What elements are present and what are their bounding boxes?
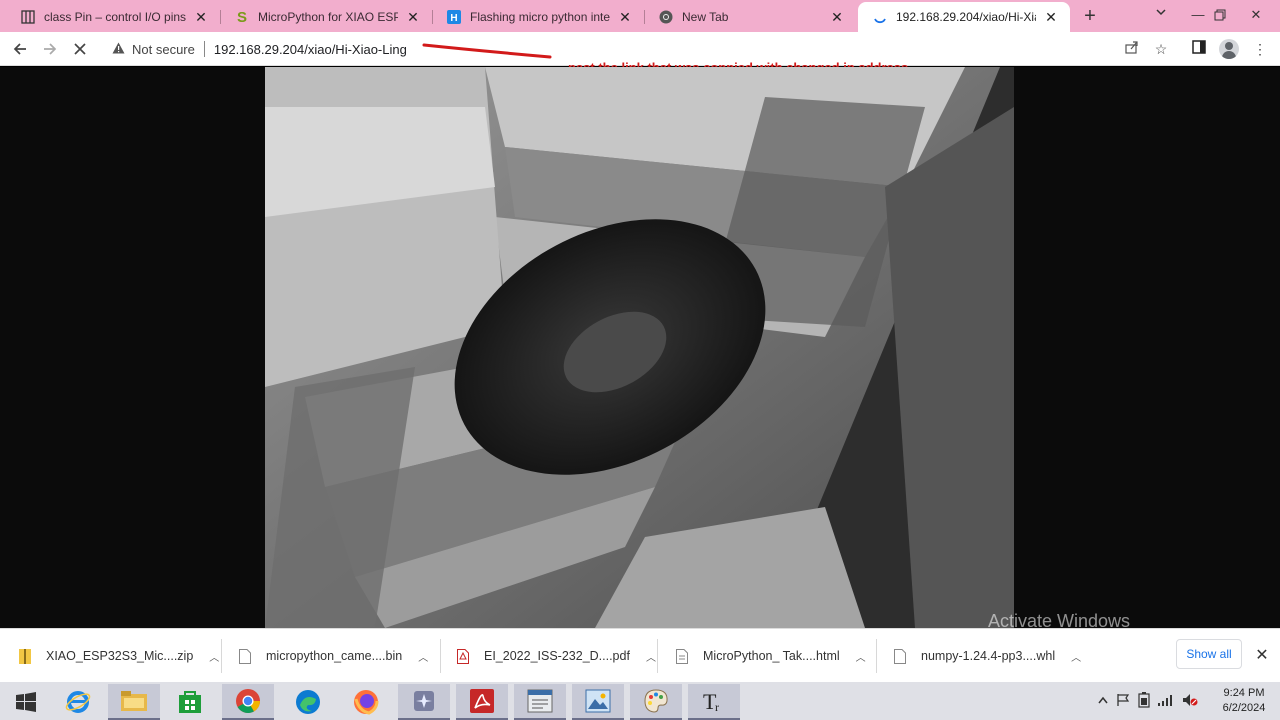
action-center-flag-icon[interactable]: [1116, 693, 1130, 710]
chevron-up-icon[interactable]: ︿: [1071, 649, 1081, 664]
tab-flashing-micropython[interactable]: H Flashing micro python interpreter ✕: [432, 2, 644, 32]
download-item[interactable]: EI_2022_ISS-232_D....pdf ︿: [456, 629, 656, 683]
download-separator: [221, 639, 222, 673]
new-tab-plus-icon[interactable]: +: [1078, 5, 1102, 27]
svg-text:H: H: [450, 13, 457, 24]
download-filename: EI_2022_ISS-232_D....pdf: [484, 649, 630, 663]
tab-title: MicroPython for XIAO ESP32S3: [258, 10, 398, 24]
chevron-up-icon[interactable]: ︿: [418, 649, 428, 664]
tab-close-icon[interactable]: ✕: [404, 8, 422, 26]
acrobat-icon[interactable]: [456, 684, 508, 720]
paint-icon[interactable]: [630, 684, 682, 720]
forward-arrow-icon[interactable]: [38, 37, 62, 61]
restore-icon[interactable]: [1200, 0, 1240, 30]
tab-title: 192.168.29.204/xiao/Hi-Xiao-L: [896, 10, 1036, 24]
firefox-icon[interactable]: [340, 684, 392, 720]
tab-close-icon[interactable]: ✕: [828, 8, 846, 26]
stop-loading-icon[interactable]: [68, 37, 92, 61]
svg-text:r: r: [715, 700, 719, 714]
clock-time: 9:24 PM: [1223, 687, 1265, 699]
loading-spinner-icon: [872, 9, 888, 25]
chrome-taskbar-icon[interactable]: [222, 684, 274, 720]
profile-avatar-icon[interactable]: [1219, 39, 1239, 59]
download-filename: MicroPython_ Tak....html: [703, 649, 840, 663]
clock-date: 6/2/2024: [1222, 702, 1266, 714]
edge-icon[interactable]: [282, 684, 334, 720]
download-separator: [657, 639, 658, 673]
notepad-app-icon[interactable]: [514, 684, 566, 720]
internet-explorer-icon[interactable]: [52, 684, 104, 720]
download-filename: micropython_came....bin: [266, 649, 403, 663]
tab-close-icon[interactable]: ✕: [616, 8, 634, 26]
download-separator: [876, 639, 877, 673]
tab-new-tab[interactable]: New Tab ✕: [644, 2, 856, 32]
tab-close-icon[interactable]: ✕: [192, 8, 210, 26]
page-content: [0, 67, 1280, 628]
seeed-icon: S: [236, 8, 247, 26]
tab-title: class Pin – control I/O pins — M: [44, 10, 186, 24]
download-filename: numpy-1.24.4-pp3....whl: [921, 649, 1056, 663]
download-filename: XIAO_ESP32S3_Mic....zip: [46, 649, 194, 663]
tab-strip: class Pin – control I/O pins — M ✕ S Mic…: [0, 0, 1280, 32]
warning-triangle-icon[interactable]: [110, 42, 126, 57]
side-panel-icon[interactable]: [1189, 39, 1209, 59]
battery-icon[interactable]: [1138, 691, 1150, 711]
download-item[interactable]: numpy-1.24.4-pp3....whl ︿: [893, 629, 1081, 683]
chrome-icon: [658, 9, 674, 25]
store-icon[interactable]: [164, 684, 216, 720]
photos-app-icon[interactable]: [572, 684, 624, 720]
zip-file-icon: [18, 648, 32, 664]
download-separator: [440, 639, 441, 673]
close-download-shelf-icon[interactable]: ✕: [1252, 645, 1272, 665]
chevron-up-icon[interactable]: ︿: [209, 649, 219, 664]
download-item[interactable]: MicroPython_ Tak....html ︿: [675, 629, 866, 683]
tab-search-chevron-icon[interactable]: [1150, 6, 1172, 26]
windows-taskbar: Tr 9:24 PM 6/2/2024: [0, 682, 1280, 720]
download-item[interactable]: XIAO_ESP32S3_Mic....zip ︿: [18, 629, 219, 683]
tab-active-stream[interactable]: 192.168.29.204/xiao/Hi-Xiao-L ✕: [858, 2, 1070, 32]
tab-title: New Tab: [682, 10, 729, 24]
chevron-up-icon[interactable]: ︿: [856, 649, 866, 664]
browser-toolbar: Not secure 192.168.29.204/xiao/Hi-Xiao-L…: [0, 32, 1280, 75]
address-separator: [203, 41, 205, 57]
chevron-up-icon[interactable]: ︿: [646, 649, 656, 664]
file-icon: [238, 648, 252, 664]
bookmark-star-icon[interactable]: ☆: [1151, 39, 1171, 59]
red-annotation-underline: [422, 43, 552, 59]
file-icon: [893, 648, 907, 664]
share-icon[interactable]: [1122, 39, 1142, 59]
html-file-icon: [675, 648, 689, 664]
download-item[interactable]: micropython_came....bin ︿: [238, 629, 428, 683]
tab-micropython-xiao[interactable]: S MicroPython for XIAO ESP32S3 ✕: [220, 2, 432, 32]
tab-close-icon[interactable]: ✕: [1042, 8, 1060, 26]
back-arrow-icon[interactable]: [8, 37, 32, 61]
download-shelf: XIAO_ESP32S3_Mic....zip ︿ micropython_ca…: [0, 628, 1280, 682]
taskbar-clock[interactable]: 9:24 PM 6/2/2024: [1212, 686, 1276, 716]
start-windows-icon[interactable]: [0, 684, 52, 720]
typora-icon[interactable]: Tr: [688, 684, 740, 720]
window-close-icon[interactable]: ✕: [1236, 0, 1276, 30]
security-label[interactable]: Not secure: [132, 42, 195, 57]
menu-kebab-icon[interactable]: ⋮: [1250, 39, 1270, 59]
book-icon: [20, 9, 36, 25]
volume-muted-icon[interactable]: [1182, 693, 1198, 710]
pdf-file-icon: [456, 648, 470, 664]
address-bar[interactable]: Not secure 192.168.29.204/xiao/Hi-Xiao-L…: [104, 35, 1184, 63]
tray-overflow-chevron-icon[interactable]: [1098, 695, 1108, 707]
signal-bars-icon[interactable]: [1158, 694, 1174, 709]
system-tray: [1094, 682, 1202, 720]
tab-title: Flashing micro python interpreter: [470, 10, 610, 24]
show-all-downloads-button[interactable]: Show all: [1176, 639, 1242, 669]
file-explorer-icon[interactable]: [108, 684, 160, 720]
tab-micropython-pin-docs[interactable]: class Pin – control I/O pins — M ✕: [6, 2, 220, 32]
url-text[interactable]: 192.168.29.204/xiao/Hi-Xiao-Ling: [214, 42, 407, 57]
app-bird-icon[interactable]: [398, 684, 450, 720]
camera-stream-image[interactable]: [265, 67, 1014, 628]
hackster-icon: H: [446, 9, 462, 25]
